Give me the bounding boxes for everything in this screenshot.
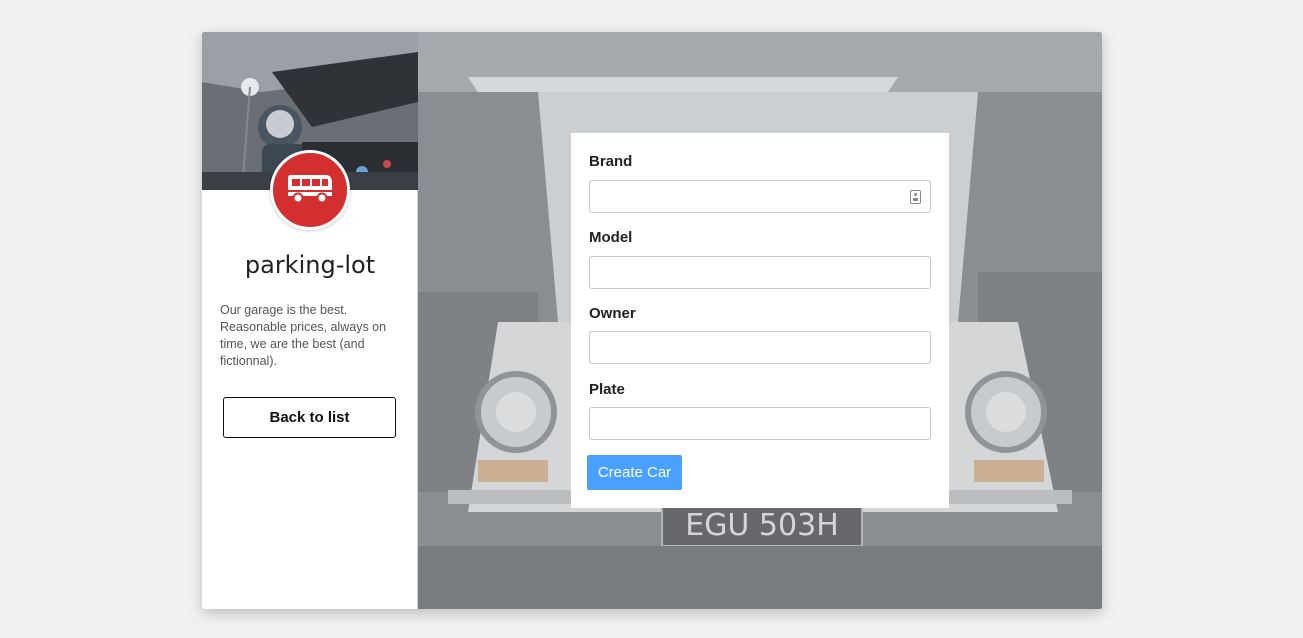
create-car-button[interactable]: Create Car [587, 455, 682, 490]
model-label: Model [589, 229, 633, 246]
bus-icon [286, 171, 334, 210]
main-area: EGU 503H Brand Model Owner Plate Create … [418, 32, 1102, 609]
brand-input[interactable] [589, 180, 931, 213]
plate-input[interactable] [589, 407, 931, 440]
app-card: parking-lot Our garage is the best. Reas… [202, 32, 1102, 609]
sidebar: parking-lot Our garage is the best. Reas… [202, 32, 418, 609]
app-description: Our garage is the best. Reasonable price… [220, 303, 387, 368]
logo-badge [270, 150, 350, 230]
app-title: parking-lot [244, 251, 376, 279]
brand-label: Brand [589, 153, 633, 170]
owner-label: Owner [589, 305, 636, 322]
plate-label: Plate [589, 381, 625, 398]
owner-input[interactable] [589, 331, 931, 364]
model-input[interactable] [589, 256, 931, 289]
contact-card-icon[interactable] [910, 190, 921, 204]
back-to-list-button[interactable]: Back to list [223, 397, 396, 438]
create-car-form: Brand Model Owner Plate Create Car [571, 133, 949, 508]
